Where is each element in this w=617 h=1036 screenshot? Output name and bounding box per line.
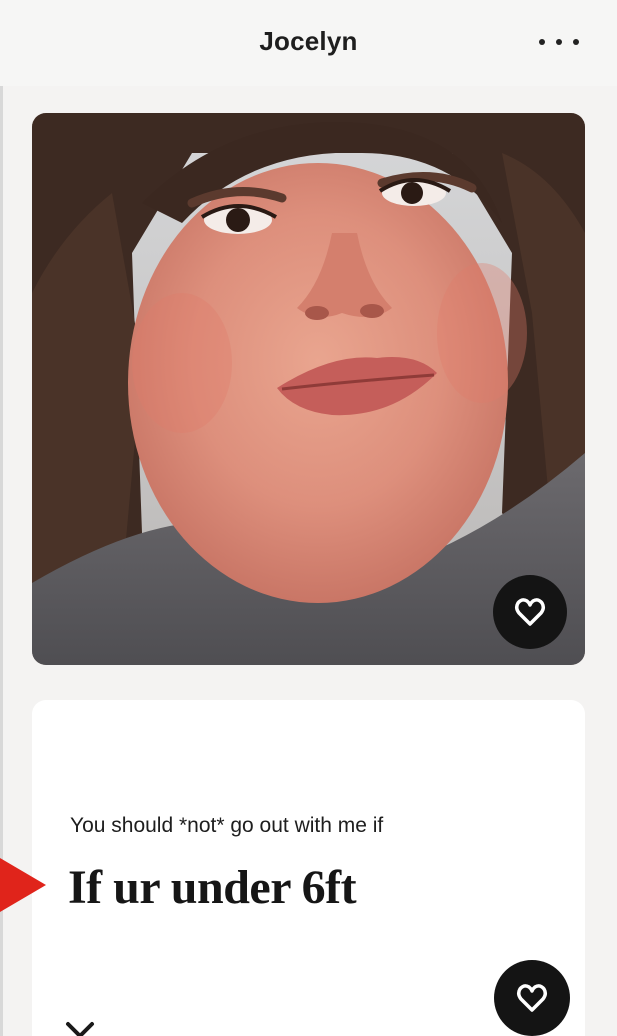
heart-icon [516,984,548,1012]
like-prompt-button[interactable] [494,960,570,1036]
close-icon [66,1022,94,1036]
more-horizontal-icon-dot [573,39,579,45]
more-horizontal-icon [539,39,545,45]
profile-photo[interactable] [32,113,585,665]
prompt-card: You should *not* go out with me if If ur… [32,700,585,1036]
more-horizontal-icon-dot [556,39,562,45]
heart-icon [514,598,546,626]
profile-name: Jocelyn [259,26,358,56]
more-options-button[interactable] [539,30,579,54]
dismiss-button[interactable] [62,1018,98,1036]
pointer-arrow [0,858,46,912]
like-photo-button[interactable] [493,575,567,649]
top-bar: Jocelyn [0,0,617,86]
prompt-answer: If ur under 6ft [68,861,357,914]
profile-screen: Jocelyn You should *not* go out with me … [0,0,617,1036]
profile-photo-image [32,113,585,665]
prompt-question: You should *not* go out with me if [70,814,384,837]
